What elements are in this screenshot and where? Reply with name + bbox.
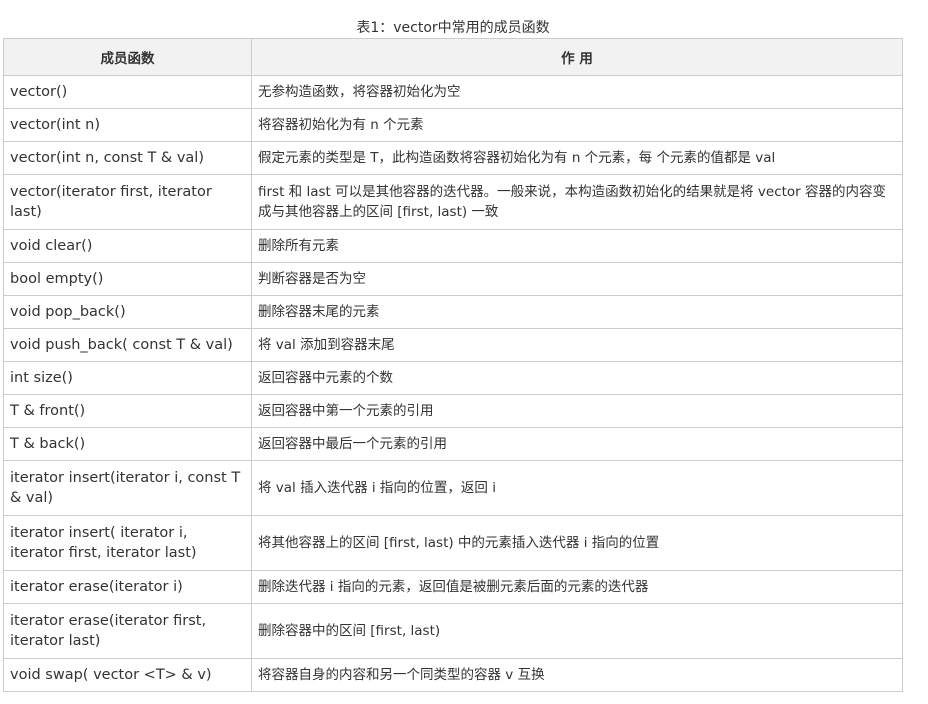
- description-cell: 判断容器是否为空: [251, 262, 903, 296]
- member-functions-table: 成员函数 作 用 vector() 无参构造函数，将容器初始化为空 vector…: [3, 38, 903, 692]
- table-row: void clear() 删除所有元素: [3, 229, 903, 263]
- function-cell: void push_back( const T & val): [3, 328, 252, 362]
- function-cell: int size(): [3, 361, 252, 395]
- description-cell: 将 val 添加到容器末尾: [251, 328, 903, 362]
- description-cell: 删除迭代器 i 指向的元素，返回值是被删元素后面的元素的迭代器: [251, 570, 903, 604]
- description-cell: 将容器初始化为有 n 个元素: [251, 108, 903, 142]
- description-cell: 返回容器中元素的个数: [251, 361, 903, 395]
- table-header-row: 成员函数 作 用: [3, 38, 903, 76]
- table-row: iterator insert(iterator i, const T & va…: [3, 460, 903, 516]
- function-cell: vector(int n, const T & val): [3, 141, 252, 175]
- function-cell: iterator insert( iterator i, iterator fi…: [3, 515, 252, 571]
- description-cell: 删除容器中的区间 [first, last): [251, 603, 903, 659]
- function-cell: void pop_back(): [3, 295, 252, 329]
- description-cell: 将容器自身的内容和另一个同类型的容器 v 互换: [251, 658, 903, 692]
- function-cell: T & front(): [3, 394, 252, 428]
- function-cell: iterator insert(iterator i, const T & va…: [3, 460, 252, 516]
- function-cell: T & back(): [3, 427, 252, 461]
- table-row: void pop_back() 删除容器末尾的元素: [3, 295, 903, 329]
- description-cell: 删除所有元素: [251, 229, 903, 263]
- table-row: void push_back( const T & val) 将 val 添加到…: [3, 328, 903, 362]
- function-cell: void clear(): [3, 229, 252, 263]
- description-cell: 删除容器末尾的元素: [251, 295, 903, 329]
- table-row: T & back() 返回容器中最后一个元素的引用: [3, 427, 903, 461]
- function-cell: vector(iterator first, iterator last): [3, 174, 252, 230]
- table-row: vector(int n) 将容器初始化为有 n 个元素: [3, 108, 903, 142]
- description-cell: 返回容器中第一个元素的引用: [251, 394, 903, 428]
- description-cell: 将 val 插入迭代器 i 指向的位置，返回 i: [251, 460, 903, 516]
- table-caption: 表1：vector中常用的成员函数: [356, 20, 550, 36]
- description-cell: 将其他容器上的区间 [first, last) 中的元素插入迭代器 i 指向的位…: [251, 515, 903, 571]
- table-row: vector() 无参构造函数，将容器初始化为空: [3, 75, 903, 109]
- description-cell: 返回容器中最后一个元素的引用: [251, 427, 903, 461]
- table-row: vector(int n, const T & val) 假定元素的类型是 T，…: [3, 141, 903, 175]
- function-cell: iterator erase(iterator first, iterator …: [3, 603, 252, 659]
- function-cell: vector(): [3, 75, 252, 109]
- description-cell: 假定元素的类型是 T，此构造函数将容器初始化为有 n 个元素，每 个元素的值都是…: [251, 141, 903, 175]
- table-row: void swap( vector <T> & v) 将容器自身的内容和另一个同…: [3, 658, 903, 692]
- table-row: vector(iterator first, iterator last) fi…: [3, 174, 903, 230]
- table-row: T & front() 返回容器中第一个元素的引用: [3, 394, 903, 428]
- function-cell: void swap( vector <T> & v): [3, 658, 252, 692]
- table-row: iterator erase(iterator first, iterator …: [3, 603, 903, 659]
- description-cell: first 和 last 可以是其他容器的迭代器。一般来说，本构造函数初始化的结…: [251, 174, 903, 230]
- function-cell: bool empty(): [3, 262, 252, 296]
- header-purpose: 作 用: [251, 38, 903, 76]
- table-row: int size() 返回容器中元素的个数: [3, 361, 903, 395]
- table-row: bool empty() 判断容器是否为空: [3, 262, 903, 296]
- table-row: iterator insert( iterator i, iterator fi…: [3, 515, 903, 571]
- header-member-function: 成员函数: [3, 38, 252, 76]
- function-cell: iterator erase(iterator i): [3, 570, 252, 604]
- description-cell: 无参构造函数，将容器初始化为空: [251, 75, 903, 109]
- table-row: iterator erase(iterator i) 删除迭代器 i 指向的元素…: [3, 570, 903, 604]
- function-cell: vector(int n): [3, 108, 252, 142]
